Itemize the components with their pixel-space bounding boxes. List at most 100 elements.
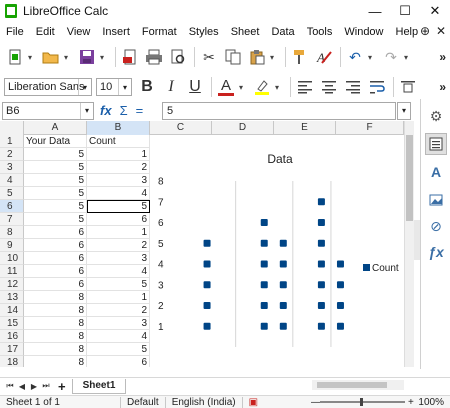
cell-b[interactable]: 2: [87, 161, 150, 174]
font-size-combo[interactable]: 10 ▾: [96, 78, 132, 96]
formula-input[interactable]: 5: [162, 102, 396, 120]
select-all-corner[interactable]: [0, 121, 24, 135]
italic-button[interactable]: I: [160, 76, 182, 98]
cell-a[interactable]: 5: [24, 148, 87, 161]
open-folder-icon[interactable]: [40, 46, 62, 68]
close-document-icon[interactable]: ✕: [436, 24, 446, 38]
row-header[interactable]: 9: [0, 239, 24, 252]
zoom-slider-knob[interactable]: [360, 398, 363, 406]
new-document-icon[interactable]: [4, 46, 26, 68]
vertical-scrollbar[interactable]: [404, 121, 414, 367]
cell-b[interactable]: 2: [87, 304, 150, 317]
row-header[interactable]: 1: [0, 135, 24, 148]
toolbar-overflow-button[interactable]: »: [439, 50, 446, 64]
cell-a[interactable]: 6: [24, 239, 87, 252]
row-header[interactable]: 18: [0, 356, 24, 367]
row-header[interactable]: 5: [0, 187, 24, 200]
row-header[interactable]: 14: [0, 304, 24, 317]
cell-a[interactable]: 6: [24, 252, 87, 265]
add-sheet-button[interactable]: +: [58, 379, 66, 394]
cell-b[interactable]: Count: [87, 135, 150, 148]
cell-a[interactable]: 8: [24, 343, 87, 356]
maximize-button[interactable]: ☐: [390, 0, 420, 22]
undo-dropdown-icon[interactable]: ▾: [368, 53, 377, 62]
cell-b[interactable]: 3: [87, 174, 150, 187]
redo-icon[interactable]: ↷: [380, 46, 402, 68]
cell-a[interactable]: 8: [24, 356, 87, 367]
cell-a[interactable]: 8: [24, 304, 87, 317]
gallery-icon[interactable]: [425, 189, 447, 211]
top-align-icon[interactable]: [397, 76, 419, 98]
menu-help[interactable]: Help: [390, 26, 425, 38]
cut-icon[interactable]: ✂: [198, 46, 220, 68]
cell-b[interactable]: 5: [87, 343, 150, 356]
vertical-scroll-thumb[interactable]: [406, 135, 413, 221]
globe-icon[interactable]: ⊕: [420, 24, 430, 38]
function-wizard-button[interactable]: fx: [100, 103, 112, 118]
first-sheet-icon[interactable]: ⏮: [4, 381, 16, 391]
save-dropdown-icon[interactable]: ▾: [100, 53, 109, 62]
column-header-b[interactable]: B: [87, 121, 150, 135]
cell-b[interactable]: 4: [87, 265, 150, 278]
last-sheet-icon[interactable]: ⏭: [40, 381, 52, 391]
row-header[interactable]: 3: [0, 161, 24, 174]
zoom-slider[interactable]: [320, 398, 405, 406]
cell-a[interactable]: 5: [24, 213, 87, 226]
cell-b[interactable]: 6: [87, 356, 150, 367]
name-box-dropdown-icon[interactable]: ▾: [80, 103, 93, 119]
menu-window[interactable]: Window: [338, 26, 389, 38]
row-header[interactable]: 2: [0, 148, 24, 161]
column-header-d[interactable]: D: [212, 121, 274, 135]
name-box[interactable]: B6 ▾: [2, 102, 94, 120]
column-header-c[interactable]: C: [150, 121, 212, 135]
bold-button[interactable]: B: [136, 76, 158, 98]
properties-icon[interactable]: [425, 133, 447, 155]
cell-b[interactable]: 5: [87, 278, 150, 291]
new-dropdown-icon[interactable]: ▾: [28, 53, 37, 62]
styles-icon[interactable]: A: [425, 161, 447, 183]
close-button[interactable]: ✕: [420, 0, 450, 22]
cell-b[interactable]: 3: [87, 252, 150, 265]
menu-data[interactable]: Data: [265, 26, 300, 38]
format-toolbar-overflow-button[interactable]: »: [439, 80, 446, 94]
cell-a[interactable]: 5: [24, 174, 87, 187]
cell-b[interactable]: 3: [87, 317, 150, 330]
cell-b[interactable]: 1: [87, 148, 150, 161]
formula-button[interactable]: =: [136, 103, 144, 118]
scatter-chart[interactable]: Data 1 2 3 4 5 6 7 8 Count: [150, 135, 404, 367]
horizontal-scrollbar[interactable]: [312, 380, 404, 390]
language-indicator[interactable]: English (India): [166, 397, 242, 408]
font-size-dropdown-icon[interactable]: ▾: [118, 79, 131, 95]
undo-icon[interactable]: ↶: [344, 46, 366, 68]
functions-icon[interactable]: ƒx: [425, 241, 447, 263]
cell-a[interactable]: 6: [24, 226, 87, 239]
align-right-icon[interactable]: [342, 76, 364, 98]
clone-formatting-icon[interactable]: [289, 46, 311, 68]
sidebar-settings-icon[interactable]: ⚙: [425, 105, 447, 127]
sheet-tab-sheet1[interactable]: Sheet1: [71, 378, 127, 394]
cell-b[interactable]: 2: [87, 239, 150, 252]
sum-button[interactable]: Σ: [120, 103, 128, 118]
navigator-icon[interactable]: ⊘: [425, 215, 447, 237]
column-header-e[interactable]: E: [274, 121, 336, 135]
cell-b[interactable]: 1: [87, 291, 150, 304]
minimize-button[interactable]: —: [360, 0, 390, 22]
expand-formula-bar-icon[interactable]: ▾: [397, 102, 411, 120]
row-header[interactable]: 12: [0, 278, 24, 291]
font-color-dropdown-icon[interactable]: ▾: [239, 83, 248, 92]
row-header[interactable]: 11: [0, 265, 24, 278]
print-icon[interactable]: [143, 46, 165, 68]
align-left-icon[interactable]: [294, 76, 316, 98]
next-sheet-icon[interactable]: ▶: [28, 382, 40, 391]
row-header[interactable]: 15: [0, 317, 24, 330]
cell-a[interactable]: 8: [24, 317, 87, 330]
row-header[interactable]: 6: [0, 200, 24, 213]
font-color-button[interactable]: A: [215, 76, 237, 98]
row-header[interactable]: 16: [0, 330, 24, 343]
underline-button[interactable]: U: [184, 76, 206, 98]
save-icon[interactable]: [76, 46, 98, 68]
cell-a[interactable]: 8: [24, 330, 87, 343]
align-center-icon[interactable]: [318, 76, 340, 98]
zoom-in-button[interactable]: +: [408, 397, 414, 408]
cell-b[interactable]: 6: [87, 213, 150, 226]
